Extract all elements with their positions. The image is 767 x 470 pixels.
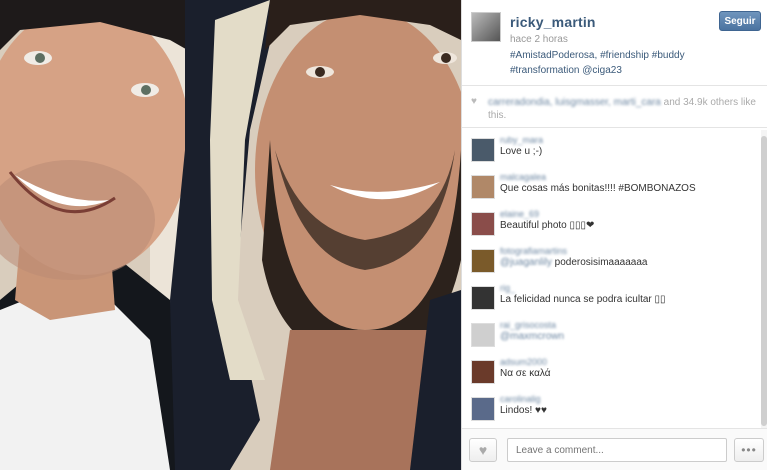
heart-icon: ♥ [478, 442, 488, 458]
mention-link[interactable]: @juaganlily [500, 257, 552, 268]
comment-username[interactable]: rai_grisocosta [500, 315, 762, 331]
like-button[interactable]: ♥ [469, 438, 497, 462]
comment-text: Να σε καλά [500, 368, 551, 379]
post-header: ricky_martin Seguir hace 2 horas #Amista… [462, 0, 767, 86]
heart-icon: ♥ [471, 96, 477, 107]
comment-text: La felicidad nunca se podra icultar ▯▯ [500, 294, 666, 305]
avatar[interactable] [471, 12, 501, 42]
comment-text: @juaganlily poderosisimaaaaaaa [500, 257, 762, 268]
comment-text: Beautiful photo ▯▯▯❤ [500, 220, 595, 231]
post-username[interactable]: ricky_martin [510, 14, 596, 30]
ellipsis-icon: ••• [741, 443, 757, 457]
comment-username[interactable]: elaine_69 [500, 204, 762, 220]
mention-link[interactable]: @maxmcrown [500, 331, 564, 342]
comment-avatar[interactable] [471, 397, 495, 421]
more-options-button[interactable]: ••• [734, 438, 764, 462]
comment-username[interactable]: ruby_mara [500, 130, 762, 146]
comment-username[interactable]: adsum2000 [500, 352, 762, 368]
hashtag-link[interactable]: #buddy [652, 50, 685, 61]
likes-summary: ♥ carreradondia, luisgmasser, marti_cara… [462, 86, 767, 128]
comment-item: carolinalig Lindos! ♥♥ [462, 389, 762, 426]
comment-item: fotografiamartins @juaganlily poderosisi… [462, 241, 762, 278]
comment-item: rai_grisocosta @maxmcrown [462, 315, 762, 352]
likers-list[interactable]: carreradondia, luisgmasser, marti_cara [488, 97, 661, 108]
post-sidebar: ricky_martin Seguir hace 2 horas #Amista… [461, 0, 767, 470]
comment-text: @maxmcrown [500, 331, 762, 342]
comment-item: malcagalea Que cosas más bonitas!!!! #BO… [462, 167, 762, 204]
comment-avatar[interactable] [471, 138, 495, 162]
comment-text: Lindos! ♥♥ [500, 405, 547, 416]
hashtag-link[interactable]: #friendship [600, 50, 649, 61]
comment-avatar[interactable] [471, 286, 495, 310]
comments-scrollbar[interactable] [761, 130, 767, 428]
scrollbar-thumb[interactable] [761, 136, 767, 426]
comment-item: ruby_mara Love u ;-) [462, 130, 762, 167]
hashtag-link[interactable]: #AmistadPoderosa, [510, 50, 597, 61]
mention-link[interactable]: @ciga23 [582, 65, 622, 76]
post-timestamp: hace 2 horas [510, 34, 568, 45]
comment-footer: ♥ ••• [462, 428, 767, 470]
comment-item: elaine_69 Beautiful photo ▯▯▯❤ [462, 204, 762, 241]
comment-item: rig_ La felicidad nunca se podra icultar… [462, 278, 762, 315]
follow-button[interactable]: Seguir [719, 11, 761, 31]
post-photo [0, 0, 461, 470]
comment-avatar[interactable] [471, 249, 495, 273]
comment-username[interactable]: malcagalea [500, 167, 762, 183]
comment-avatar[interactable] [471, 323, 495, 347]
comment-avatar[interactable] [471, 175, 495, 199]
comment-avatar[interactable] [471, 360, 495, 384]
post-caption: #AmistadPoderosa, #friendship #buddy #tr… [510, 48, 750, 78]
comment-input[interactable] [507, 438, 727, 462]
comment-text-body: poderosisimaaaaaaa [551, 257, 648, 268]
selfie-illustration [0, 0, 461, 470]
comments-list: ruby_mara Love u ;-) malcagalea Que cosa… [462, 130, 762, 428]
comment-item: adsum2000 Να σε καλά [462, 352, 762, 389]
comment-text: Love u ;-) [500, 146, 543, 157]
comment-username[interactable]: fotografiamartins [500, 241, 762, 257]
comment-avatar[interactable] [471, 212, 495, 236]
comment-text: Que cosas más bonitas!!!! #BOMBONAZOS [500, 183, 696, 194]
hashtag-link[interactable]: #transformation [510, 65, 579, 76]
comment-username[interactable]: rig_ [500, 278, 762, 294]
comment-username[interactable]: carolinalig [500, 389, 762, 405]
